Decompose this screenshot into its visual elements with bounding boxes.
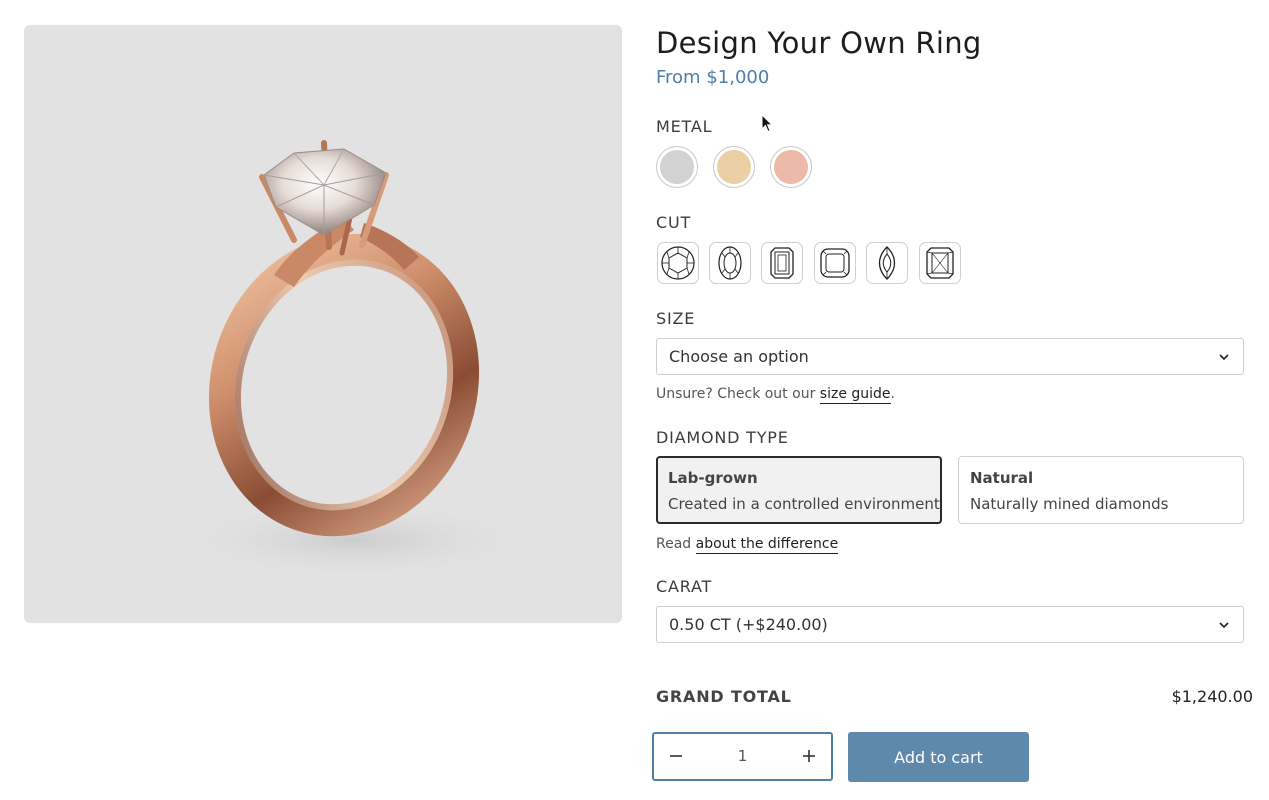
cut-option-cushion[interactable] xyxy=(814,242,856,284)
carat-select[interactable]: 0.50 CT (+$240.00) xyxy=(656,606,1244,643)
emerald-cut-icon xyxy=(770,247,794,279)
ring-illustration xyxy=(164,140,544,580)
diamond-option-natural[interactable]: Natural Naturally mined diamonds xyxy=(958,456,1244,524)
diamond-option-title: Natural xyxy=(970,469,1034,487)
size-guide-hint: Unsure? Check out our size guide. xyxy=(656,386,895,404)
diamond-option-title: Lab-grown xyxy=(668,469,758,487)
chevron-down-icon xyxy=(1219,622,1229,629)
diamond-option-lab-grown[interactable]: Lab-grown Created in a controlled enviro… xyxy=(656,456,942,524)
minus-icon xyxy=(670,755,682,757)
radiant-cut-icon xyxy=(926,247,954,279)
quantity-stepper xyxy=(652,732,833,781)
difference-hint-text: Read xyxy=(656,536,696,552)
yellow-gold-fill xyxy=(717,150,751,184)
rose-gold-fill xyxy=(774,150,808,184)
cut-option-emerald[interactable] xyxy=(761,242,803,284)
white-gold-fill xyxy=(660,150,694,184)
marquise-cut-icon xyxy=(878,246,896,280)
difference-link[interactable]: about the difference xyxy=(695,536,839,554)
size-select[interactable]: Choose an option xyxy=(656,338,1244,375)
cut-option-round[interactable] xyxy=(657,242,699,284)
carat-select-value: 0.50 CT (+$240.00) xyxy=(669,615,828,634)
cut-option-marquise[interactable] xyxy=(866,242,908,284)
size-guide-link[interactable]: size guide xyxy=(819,386,891,404)
difference-hint: Read about the difference xyxy=(656,536,839,554)
metal-swatch-rose-gold[interactable] xyxy=(770,146,812,188)
diamond-option-desc: Created in a controlled environment xyxy=(668,495,940,513)
grand-total-label: GRAND TOTAL xyxy=(656,687,792,706)
size-label: SIZE xyxy=(656,309,696,328)
product-title: Design Your Own Ring xyxy=(656,26,982,60)
metal-label: METAL xyxy=(656,117,713,136)
quantity-input[interactable] xyxy=(698,742,787,770)
diamond-type-label: DIAMOND TYPE xyxy=(656,428,789,447)
plus-icon xyxy=(803,750,815,762)
round-cut-icon xyxy=(661,246,695,280)
product-options-panel: Design Your Own Ring From $1,000 METAL C… xyxy=(652,0,1256,800)
quantity-increase-button[interactable] xyxy=(787,734,831,779)
size-hint-suffix: . xyxy=(890,386,895,402)
cut-option-radiant[interactable] xyxy=(919,242,961,284)
cut-label: CUT xyxy=(656,213,692,232)
add-to-cart-button[interactable]: Add to cart xyxy=(848,732,1029,782)
grand-total-value: $1,240.00 xyxy=(1171,687,1253,706)
product-price: From $1,000 xyxy=(656,67,770,88)
oval-cut-icon xyxy=(718,246,742,280)
metal-swatch-white-gold[interactable] xyxy=(656,146,698,188)
cut-option-oval[interactable] xyxy=(709,242,751,284)
size-select-value: Choose an option xyxy=(669,347,809,366)
product-image xyxy=(24,25,622,623)
size-hint-text: Unsure? Check out our xyxy=(656,386,820,402)
diamond-option-desc: Naturally mined diamonds xyxy=(970,495,1169,513)
carat-label: CARAT xyxy=(656,577,713,596)
cushion-cut-icon xyxy=(820,248,850,278)
chevron-down-icon xyxy=(1219,354,1229,361)
quantity-decrease-button[interactable] xyxy=(654,734,698,779)
metal-swatch-yellow-gold[interactable] xyxy=(713,146,755,188)
